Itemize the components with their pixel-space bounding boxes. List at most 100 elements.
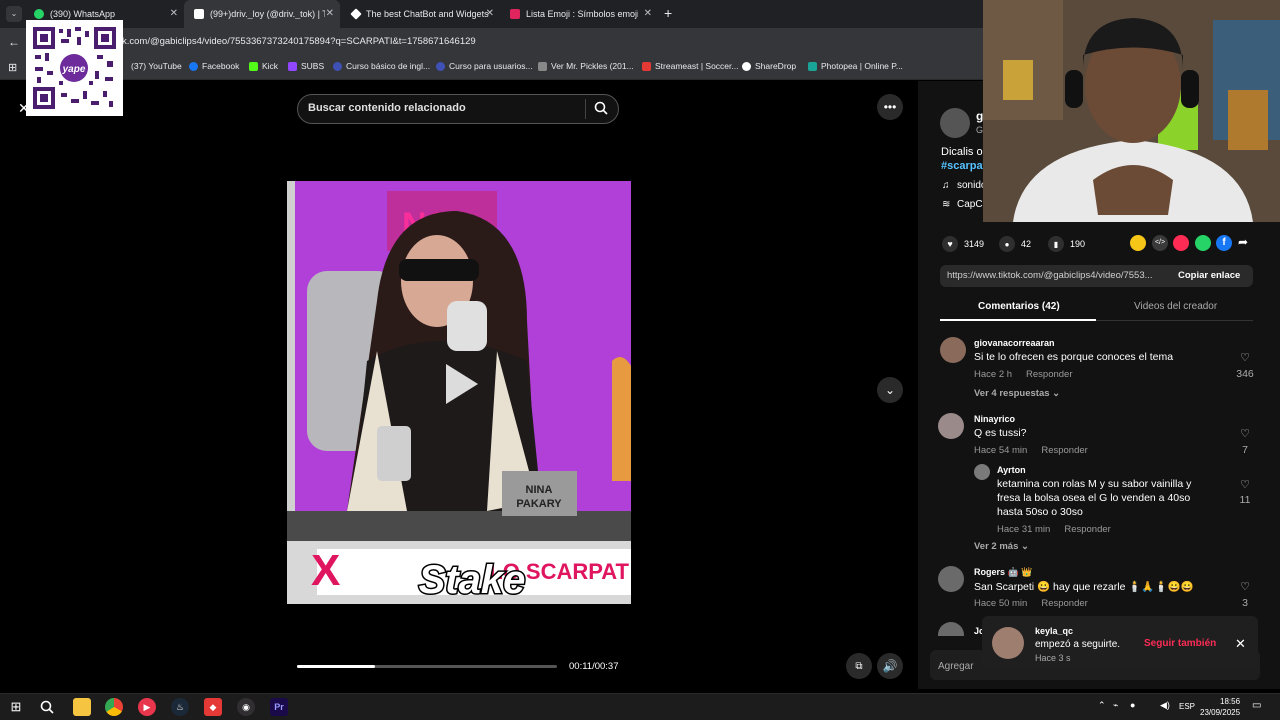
pip-icon[interactable]: ⧉ [846, 653, 872, 679]
bookmark-subs[interactable]: SUBS [288, 61, 324, 71]
avatar[interactable] [974, 464, 990, 480]
bookmark-curso-usuarios[interactable]: Curso para usuarios... [436, 61, 533, 71]
language-indicator[interactable]: ESP [1179, 702, 1195, 711]
media-player-icon[interactable]: ▶ [138, 698, 156, 716]
search-taskbar-icon[interactable] [38, 698, 56, 716]
notifications-icon[interactable]: ▭ [1252, 700, 1261, 711]
scroll-down-icon[interactable]: ⌄ [877, 377, 903, 403]
network-icon[interactable]: ⌁ [1113, 700, 1118, 711]
bookmark-kick[interactable]: Kick [249, 61, 278, 71]
time-readout: 00:11/00:37 [569, 661, 619, 672]
notification-message: empezó a seguirte. [1035, 639, 1121, 650]
close-viewer-icon[interactable]: ✕ [18, 100, 30, 117]
play-icon[interactable] [442, 361, 482, 412]
reply-button[interactable]: Responder [1041, 598, 1087, 609]
heart-outline-icon[interactable]: ♡ [1233, 427, 1257, 440]
heart-outline-icon[interactable]: ♡ [1233, 351, 1257, 364]
copy-link-button[interactable]: Copiar enlace [1178, 270, 1240, 281]
comment-time: Hace 50 min [974, 598, 1028, 609]
clock[interactable]: 18:56 23/09/2025 [1200, 696, 1240, 718]
windows-start-icon[interactable]: ⊞ [7, 698, 25, 716]
search-icon[interactable] [594, 101, 608, 120]
yape-qr-code: yape [26, 20, 123, 116]
heart-outline-icon[interactable]: ♡ [1233, 580, 1257, 593]
comment-username[interactable]: Ninayrico [974, 414, 1015, 424]
bookmark-youtube[interactable]: (37) YouTube [131, 61, 182, 71]
more-options-icon[interactable]: ••• [877, 94, 903, 120]
tab-label: The best ChatBot and Widgets [366, 9, 489, 19]
notification-time: Hace 3 s [1035, 653, 1071, 663]
close-tab-icon[interactable]: ✕ [644, 8, 652, 19]
tab-tiktok[interactable]: (99+)driv._loy (@driv._tok) | Ti ✕ [184, 0, 340, 28]
post-hashtag[interactable]: #scarpat [941, 160, 986, 172]
view-more-button[interactable]: Ver 2 más ⌄ [974, 541, 1029, 552]
avatar[interactable] [938, 566, 964, 592]
reply-button[interactable]: Responder [1041, 445, 1087, 456]
view-replies-button[interactable]: Ver 4 respuestas ⌄ [974, 388, 1060, 399]
bookmark-facebook[interactable]: Facebook [189, 61, 239, 71]
facebook-share-icon[interactable]: f [1216, 235, 1232, 251]
volume-icon[interactable]: 🔊 [877, 653, 903, 679]
tab-comments[interactable]: Comentarios (42) [978, 301, 1060, 312]
author-avatar[interactable] [940, 108, 970, 138]
whatsapp-share-icon[interactable] [1195, 235, 1211, 251]
nameplate-line1: NINA [526, 484, 553, 496]
comment-text-line: ketamina con rolas M y su sabor vainilla… [997, 478, 1192, 490]
tab-emoji[interactable]: Lista Emoji : Símbolos emoji na ✕ [500, 0, 658, 28]
repost-icon[interactable] [1130, 235, 1146, 251]
comment-username[interactable]: giovanacorreaaran [974, 338, 1055, 348]
steam-icon[interactable]: ♨ [171, 698, 189, 716]
close-tab-icon[interactable]: ✕ [170, 8, 178, 19]
comment-text: Si te lo ofrecen es porque conoces el te… [974, 351, 1174, 363]
heart-icon: ♥ [942, 236, 958, 252]
like-count: 7 [1242, 444, 1248, 456]
close-tab-icon[interactable]: ✕ [486, 8, 494, 19]
like-count: 3 [1242, 597, 1248, 609]
tab-chatbot[interactable]: The best ChatBot and Widgets ✕ [342, 0, 500, 28]
comment-username[interactable]: Ayrton [997, 465, 1026, 475]
url-field[interactable]: k.com/@gabiclips4/video/7553367373240175… [122, 36, 476, 47]
comment-username[interactable]: Rogers 🤖 👑 [974, 567, 1032, 578]
file-explorer-icon[interactable] [73, 698, 91, 716]
notification-username[interactable]: keyla_qc [1035, 626, 1073, 636]
bookmark-photopea[interactable]: Photopea | Online P... [808, 61, 903, 71]
whatsapp-icon [34, 9, 44, 19]
avatar[interactable] [940, 337, 966, 363]
avatar[interactable] [992, 627, 1024, 659]
search-input[interactable]: Buscar contenido relacionado [308, 102, 466, 114]
chrome-icon[interactable] [105, 698, 123, 716]
share-icon[interactable]: ➦ [1238, 235, 1248, 249]
back-icon[interactable]: ← [8, 35, 20, 49]
follow-back-button[interactable]: Seguir también [1144, 638, 1216, 649]
bookmark-mr-pickles[interactable]: Ver Mr. Pickles (201... [538, 61, 634, 71]
close-icon[interactable]: ✕ [1235, 636, 1246, 652]
subs-icon [288, 61, 297, 71]
bookmark-streameast[interactable]: Streameast | Soccer... [642, 61, 738, 71]
microphone-icon[interactable]: ● [1130, 700, 1135, 710]
close-tab-icon[interactable]: ✕ [326, 8, 334, 19]
tray-chevron-icon[interactable]: ⌃ [1098, 700, 1106, 711]
embed-icon[interactable]: </> [1152, 235, 1168, 251]
video-player[interactable]: NO NINA PAKARY X LO SCARPAT Stake [287, 181, 631, 604]
apps-icon[interactable]: ⊞ [8, 61, 17, 74]
premiere-icon[interactable]: Pr [270, 698, 288, 716]
bookmark-curso-ingles[interactable]: Curso básico de ingl... [333, 61, 430, 71]
new-tab-button[interactable]: + [664, 5, 672, 21]
like-stat[interactable]: ♥ 3149 [942, 236, 984, 252]
reply-button[interactable]: Responder [1064, 524, 1110, 535]
volume-tray-icon[interactable]: ◀) [1160, 700, 1170, 711]
tab-creator-videos[interactable]: Videos del creador [1134, 301, 1217, 312]
heart-outline-icon[interactable]: ♡ [1233, 478, 1257, 491]
send-icon[interactable] [1173, 235, 1189, 251]
music-icon: ♫ [942, 180, 950, 191]
streaming-app-icon[interactable]: ◆ [204, 698, 222, 716]
bookmark-sharedrop[interactable]: ShareDrop [742, 61, 796, 71]
share-url-text[interactable]: https://www.tiktok.com/@gabiclips4/video… [947, 270, 1165, 281]
avatar[interactable] [938, 413, 964, 439]
tab-list-button[interactable]: ⌄ [6, 6, 22, 22]
reply-button[interactable]: Responder [1026, 369, 1072, 380]
comment-stat[interactable]: ● 42 [999, 236, 1031, 252]
obs-icon[interactable]: ◉ [237, 698, 255, 716]
save-stat[interactable]: ▮ 190 [1048, 236, 1085, 252]
author-subname: G [976, 125, 984, 135]
